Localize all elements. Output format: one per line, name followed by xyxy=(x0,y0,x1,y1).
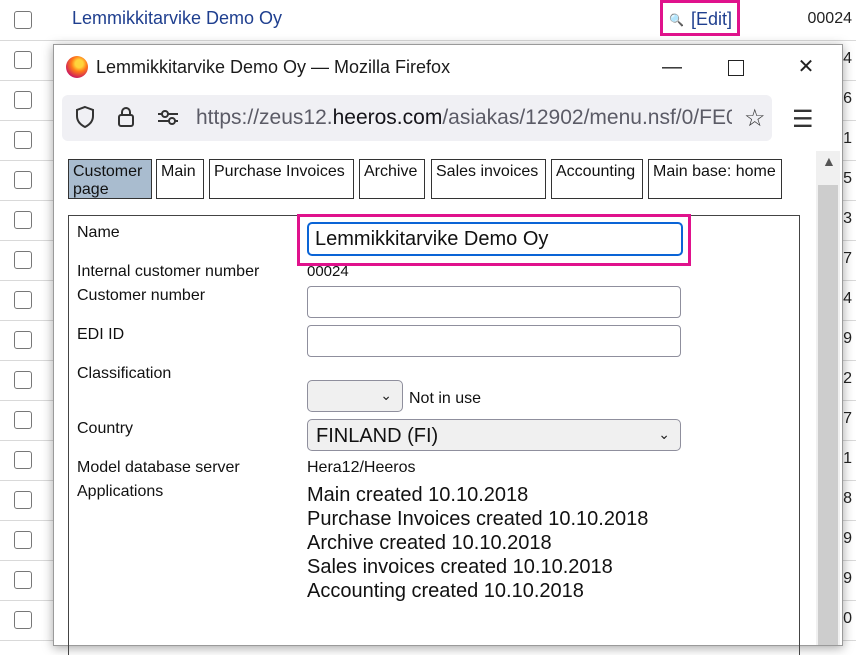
row-number: 1 xyxy=(843,450,852,467)
hamburger-menu-icon[interactable]: ☰ xyxy=(792,105,814,134)
application-item: Main created 10.10.2018 xyxy=(307,484,529,506)
chevron-down-icon: ⌄ xyxy=(658,426,670,442)
bookmark-star-icon[interactable]: ☆ xyxy=(744,104,766,133)
firefox-logo-icon xyxy=(66,56,88,78)
row-number: 5 xyxy=(843,170,852,187)
minimize-button[interactable]: — xyxy=(652,53,692,81)
row-number: 1 xyxy=(843,130,852,147)
name-label: Name xyxy=(77,224,120,241)
list-row-top: Lemmikkitarvike Demo Oy 🔍 [Edit] 00024 xyxy=(0,0,856,41)
row-number: 3 xyxy=(843,210,852,227)
row-number: 0 xyxy=(843,610,852,627)
tab-accounting[interactable]: Accounting xyxy=(551,159,643,199)
row-number: 7 xyxy=(843,410,852,427)
row-checkbox[interactable] xyxy=(14,611,32,629)
applications-label: Applications xyxy=(77,483,164,500)
row-checkbox[interactable] xyxy=(14,491,32,509)
row-number: 4 xyxy=(843,50,852,67)
model-server-label: Model database server xyxy=(77,459,240,476)
internal-number-value: 00024 xyxy=(307,263,349,280)
chevron-down-icon: ⌄ xyxy=(380,387,392,403)
permissions-icon[interactable] xyxy=(156,105,180,135)
model-server-value: Hera12/Heeros xyxy=(307,459,416,476)
magnifier-icon: 🔍 xyxy=(669,13,684,27)
row-checkbox[interactable] xyxy=(14,11,32,29)
internal-number-label: Internal customer number xyxy=(77,263,260,280)
firefox-popup-window: Lemmikkitarvike Demo Oy — Mozilla Firefo… xyxy=(53,44,843,655)
edi-id-label: EDI ID xyxy=(77,326,125,343)
row-checkbox[interactable] xyxy=(14,51,32,69)
customer-form: Name Lemmikkitarvike Demo Oy Internal cu… xyxy=(68,214,800,655)
tab-purchase-invoices[interactable]: Purchase Invoices xyxy=(209,159,354,199)
row-checkbox[interactable] xyxy=(14,371,32,389)
row-number: 9 xyxy=(843,330,852,347)
row-number: 9 xyxy=(843,570,852,587)
row-checkbox[interactable] xyxy=(14,331,32,349)
vertical-scrollbar[interactable]: ▲ xyxy=(816,151,840,645)
scrollbar-thumb[interactable] xyxy=(818,185,838,645)
row-number: 6 xyxy=(843,90,852,107)
name-input[interactable]: Lemmikkitarvike Demo Oy xyxy=(307,222,683,256)
customer-number-input[interactable] xyxy=(307,286,681,318)
tab-main-base-home[interactable]: Main base: home xyxy=(648,159,782,199)
row-checkbox[interactable] xyxy=(14,91,32,109)
application-item: Accounting created 10.10.2018 xyxy=(307,580,584,602)
row-checkbox[interactable] xyxy=(14,171,32,189)
tab-customer-page[interactable]: Customer page xyxy=(68,159,152,199)
edit-link[interactable]: [Edit] xyxy=(691,9,732,30)
tab-sales-invoices[interactable]: Sales invoices xyxy=(431,159,546,199)
page-content: Customer page Main Purchase Invoices Arc… xyxy=(54,151,842,655)
application-item: Archive created 10.10.2018 xyxy=(307,532,552,554)
row-checkbox[interactable] xyxy=(14,571,32,589)
tab-archive[interactable]: Archive xyxy=(359,159,425,199)
row-checkbox[interactable] xyxy=(14,451,32,469)
tab-main[interactable]: Main xyxy=(156,159,204,199)
title-bar: Lemmikkitarvike Demo Oy — Mozilla Firefo… xyxy=(54,45,842,89)
row-checkbox[interactable] xyxy=(14,291,32,309)
scroll-up-icon[interactable]: ▲ xyxy=(822,153,836,169)
url-text[interactable]: https://zeus12.heeros.com/asiakas/12902/… xyxy=(196,106,732,130)
application-item: Purchase Invoices created 10.10.2018 xyxy=(307,508,649,530)
row-checkbox[interactable] xyxy=(14,531,32,549)
edi-id-input[interactable] xyxy=(307,325,681,357)
row-number: 9 xyxy=(843,530,852,547)
edit-link-highlight[interactable]: 🔍 [Edit] xyxy=(660,0,740,36)
row-checkbox[interactable] xyxy=(14,411,32,429)
classification-label: Classification xyxy=(77,365,172,382)
maximize-button[interactable] xyxy=(716,53,756,81)
row-number: 8 xyxy=(843,490,852,507)
window-title: Lemmikkitarvike Demo Oy — Mozilla Firefo… xyxy=(96,57,451,77)
row-checkbox[interactable] xyxy=(14,251,32,269)
country-label: Country xyxy=(77,420,134,437)
country-value: FINLAND (FI) xyxy=(316,425,439,447)
customer-link[interactable]: Lemmikkitarvike Demo Oy xyxy=(72,8,282,29)
row-checkbox[interactable] xyxy=(14,131,32,149)
address-bar[interactable]: https://zeus12.heeros.com/asiakas/12902/… xyxy=(62,95,772,141)
customer-number-label: Customer number xyxy=(77,287,206,304)
lock-icon[interactable] xyxy=(116,105,136,135)
not-in-use-label: Not in use xyxy=(409,390,482,407)
close-button[interactable]: ✕ xyxy=(786,53,826,81)
country-select[interactable]: FINLAND (FI) ⌄ xyxy=(307,419,681,451)
customer-number: 00024 xyxy=(807,10,853,27)
row-number: 7 xyxy=(843,250,852,267)
row-checkbox[interactable] xyxy=(14,211,32,229)
shield-icon[interactable] xyxy=(74,105,96,135)
row-number: 4 xyxy=(843,290,852,307)
classification-select[interactable]: ⌄ xyxy=(307,380,403,412)
application-item: Sales invoices created 10.10.2018 xyxy=(307,556,613,578)
row-number: 2 xyxy=(843,370,852,387)
